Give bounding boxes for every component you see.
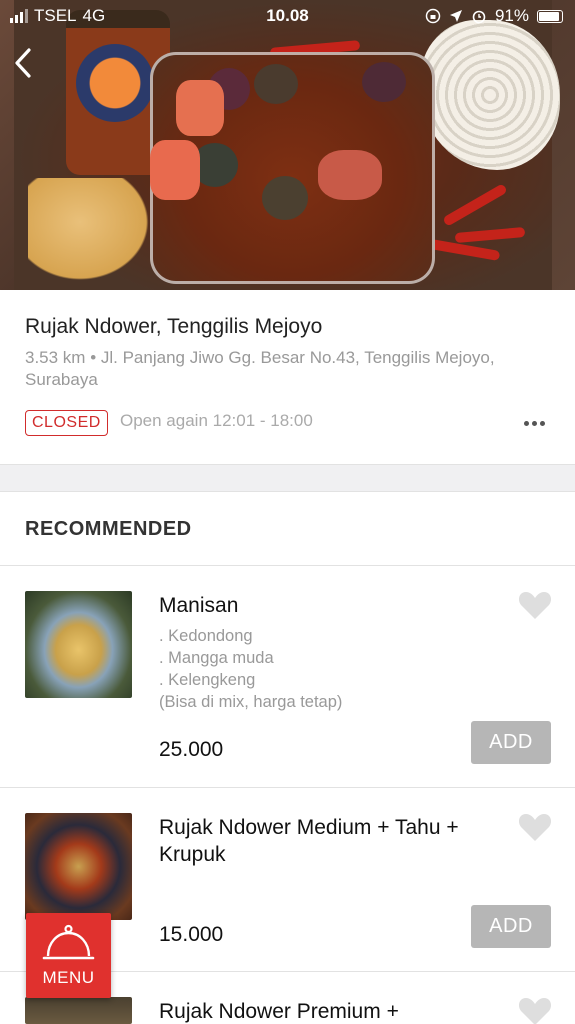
item-price: 15.000: [159, 923, 224, 946]
item-description: . Kedondong . Mangga muda . Kelengkeng (…: [159, 625, 479, 713]
fried-tofu: [28, 178, 158, 288]
cloche-icon: [42, 924, 95, 960]
back-arrow-icon[interactable]: [10, 46, 36, 80]
alarm-icon: [472, 10, 486, 24]
desc-line: . Mangga muda: [159, 649, 274, 667]
heart-icon[interactable]: [518, 590, 552, 620]
desc-line: (Bisa di mix, harga tetap): [159, 693, 343, 711]
restaurant-info: Rujak Ndower, Tenggilis Mejoyo 3.53 km •…: [0, 290, 575, 464]
more-icon[interactable]: [524, 421, 545, 426]
open-hours: Open again 12:01 - 18:00: [120, 411, 313, 430]
menu-button[interactable]: MENU: [26, 913, 111, 998]
item-photo: [25, 591, 132, 698]
papaya: [176, 80, 224, 136]
fruit: [362, 62, 406, 102]
status-badge: CLOSED: [25, 410, 108, 436]
add-button[interactable]: ADD: [471, 721, 551, 764]
fruit: [254, 64, 298, 104]
fruit: [262, 176, 308, 220]
fruit: [318, 150, 382, 200]
jar-label: [76, 44, 154, 122]
item-name: Manisan: [159, 594, 239, 617]
item-photo: [25, 813, 132, 920]
orientation-lock-icon: [425, 8, 441, 24]
location-icon: [449, 10, 462, 22]
battery-icon: [537, 9, 563, 23]
heart-icon[interactable]: [518, 812, 552, 842]
item-name: Rujak Ndower Premium +: [159, 1000, 399, 1023]
desc-line: . Kedondong: [159, 627, 253, 645]
status-bar: TSEL 4G 10.08 91%: [0, 0, 575, 32]
papaya: [150, 140, 200, 200]
add-button[interactable]: ADD: [471, 905, 551, 948]
restaurant-name: Rujak Ndower, Tenggilis Mejoyo: [25, 315, 323, 338]
heart-icon[interactable]: [518, 996, 552, 1024]
section-divider: [0, 464, 575, 492]
desc-line: . Kelengkeng: [159, 671, 256, 689]
section-title: RECOMMENDED: [25, 518, 192, 540]
menu-label: MENU: [42, 968, 95, 987]
hero-image: [0, 0, 575, 290]
menu-item[interactable]: Manisan . Kedondong . Mangga muda . Kele…: [0, 566, 575, 788]
item-price: 25.000: [159, 738, 224, 761]
battery-percent: 91%: [494, 6, 529, 25]
item-photo: [25, 997, 132, 1024]
item-name: Rujak Ndower Medium + Tahu + Krupuk: [159, 816, 459, 866]
restaurant-address: 3.53 km • Jl. Panjang Jiwo Gg. Besar No.…: [25, 348, 495, 389]
